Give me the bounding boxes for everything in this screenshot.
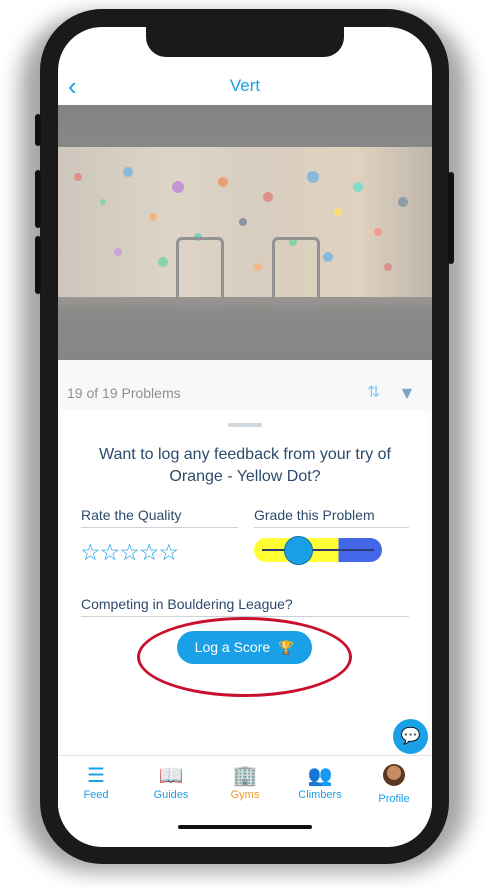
tab-profile[interactable]: Profile xyxy=(357,764,431,805)
slider-track xyxy=(262,549,374,551)
feedback-title: Want to log any feedback from your try o… xyxy=(99,446,391,485)
chat-icon[interactable]: 💬 xyxy=(393,719,428,754)
side-button-volume-down xyxy=(35,236,41,294)
tab-gyms-label: Gyms xyxy=(230,789,260,801)
tab-feed-label: Feed xyxy=(83,789,109,801)
page-title: Vert xyxy=(229,76,261,95)
avatar xyxy=(383,764,405,786)
home-indicator xyxy=(178,825,312,829)
tab-gyms[interactable]: 🏢 Gyms xyxy=(208,764,282,801)
notch xyxy=(146,27,344,57)
rate-quality-label: Rate the Quality xyxy=(81,507,238,528)
tab-guides[interactable]: 📖 Guides xyxy=(134,764,208,801)
nav-bar: ‹ Vert xyxy=(58,65,432,105)
tab-climbers[interactable]: 👥 Climbers xyxy=(283,764,357,801)
side-button-volume-up xyxy=(35,170,41,228)
side-button-mute xyxy=(35,114,41,146)
tab-climbers-label: Climbers xyxy=(298,789,342,801)
feedback-sheet: Want to log any feedback from your try o… xyxy=(63,410,427,755)
competition-label: Competing in Bouldering League? xyxy=(81,596,409,617)
building-icon: 🏢 xyxy=(232,765,258,787)
grade-slider[interactable] xyxy=(254,536,382,565)
tab-bar: ☰ Feed 📖 Guides 🏢 Gyms 👥 Climbers Profil… xyxy=(58,755,432,816)
tab-guides-label: Guides xyxy=(153,789,189,801)
slider-thumb[interactable] xyxy=(284,536,313,565)
tab-profile-label: Profile xyxy=(378,793,410,805)
sheet-grabber[interactable] xyxy=(228,423,262,427)
people-icon: 👥 xyxy=(307,765,333,787)
side-button-power xyxy=(448,172,454,264)
highlight-circle xyxy=(137,617,352,697)
screen: ‹ Vert 19 of 19 Problems ⇅ ▼ Want to log… xyxy=(58,27,432,847)
star-rating[interactable]: ☆☆☆☆☆ xyxy=(80,539,179,566)
grade-problem-label: Grade this Problem xyxy=(254,507,409,528)
book-icon: 📖 xyxy=(158,765,184,787)
tab-feed[interactable]: ☰ Feed xyxy=(59,764,133,801)
list-icon: ☰ xyxy=(87,765,105,787)
